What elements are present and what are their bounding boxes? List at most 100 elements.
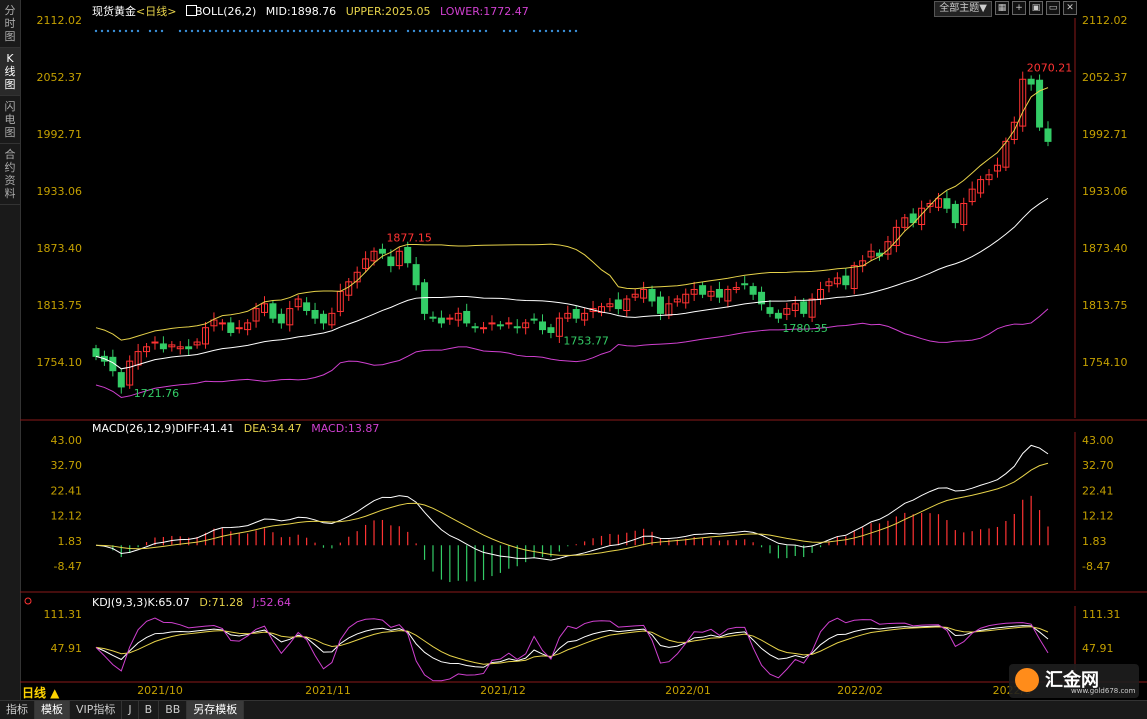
kdj-axis-left-1: 47.91 <box>51 642 83 655</box>
macd-axis-left-0: 43.00 <box>51 434 83 447</box>
add-icon[interactable]: + <box>1012 1 1026 15</box>
candle-body <box>218 322 226 325</box>
candle-body <box>1044 128 1052 142</box>
candle-body <box>378 248 386 254</box>
candle-body <box>311 309 319 319</box>
signal-dot <box>154 29 158 33</box>
bottom-tab-0[interactable]: 指标 <box>0 701 35 719</box>
signal-dot <box>406 29 410 33</box>
price-axis-right-4: 1873.40 <box>1082 242 1128 255</box>
signal-dot <box>466 29 470 33</box>
signal-dot <box>454 29 458 33</box>
bottom-tab-6[interactable]: 另存模板 <box>187 701 245 719</box>
signal-dot <box>376 29 380 33</box>
candle-body <box>412 264 420 286</box>
macd-axis-right-0: 43.00 <box>1082 434 1114 447</box>
candle-body <box>277 313 285 324</box>
boll-lower: LOWER:1772.47 <box>439 5 529 18</box>
theme-button[interactable]: 全部主题▼ <box>934 1 992 17</box>
candle-body <box>1027 78 1035 85</box>
candle-body <box>404 246 412 264</box>
grid-icon[interactable]: ▦ <box>995 1 1009 15</box>
bottom-tab-3[interactable]: J <box>122 701 139 719</box>
signal-dot <box>484 29 488 33</box>
candle-body <box>766 307 774 314</box>
signal-dot <box>124 29 128 33</box>
price-annotation-4: 2070.21 <box>1027 61 1073 74</box>
kdj-marker-icon <box>24 597 32 605</box>
bottom-tab-2[interactable]: VIP指标 <box>70 701 123 719</box>
logo: 汇金网 www.gold678.com <box>1009 664 1139 698</box>
price-axis-right-6: 1754.10 <box>1082 356 1128 369</box>
candle-body <box>800 301 808 314</box>
candle-body <box>92 348 100 357</box>
candle-body <box>387 256 395 267</box>
signal-dot <box>178 29 182 33</box>
signal-dot <box>370 29 374 33</box>
signal-dot <box>322 29 326 33</box>
candle-body <box>539 321 547 331</box>
signal-dot <box>184 29 188 33</box>
signal-dot <box>160 29 164 33</box>
main-chart: 2112.02 2112.02 2052.37 2052.37 1992.71 1992.… <box>20 14 1147 697</box>
signal-dot <box>568 29 572 33</box>
signal-dot <box>340 29 344 33</box>
signal-dot <box>478 29 482 33</box>
bottom-tab-5[interactable]: BB <box>159 701 188 719</box>
signal-dot <box>472 29 476 33</box>
signal-dot <box>532 29 536 33</box>
bottom-tab-4[interactable]: B <box>139 701 160 719</box>
signal-dot <box>112 29 116 33</box>
candle-body <box>951 203 959 224</box>
signal-dot <box>190 29 194 33</box>
price-axis-left-3: 1933.06 <box>37 185 83 198</box>
bottom-tab-1[interactable]: 模板 <box>35 701 70 719</box>
price-axis-left-1: 2052.37 <box>37 71 83 84</box>
signal-dot <box>328 29 332 33</box>
signal-dot <box>352 29 356 33</box>
minimize-icon[interactable]: ▭ <box>1046 1 1060 15</box>
kdj-name: KDJ(9,3,3) <box>92 596 148 609</box>
candle-body <box>303 302 311 311</box>
date-axis-label-1: 2021/11 <box>305 684 351 697</box>
signal-dot <box>292 29 296 33</box>
candle-body <box>480 327 488 330</box>
signal-dot <box>442 29 446 33</box>
signal-dot <box>274 29 278 33</box>
candle-body <box>151 341 159 344</box>
price-axis-left-2: 1992.71 <box>37 128 83 141</box>
date-axis-label-4: 2022/02 <box>837 684 883 697</box>
boll-upper: UPPER:2025.05 <box>345 5 431 18</box>
period-button[interactable]: 日线 ▲ <box>22 684 59 701</box>
macd-axis-right-1: 32.70 <box>1082 459 1114 472</box>
macd-diff: DIFF:41.41 <box>175 422 235 435</box>
macd-axis-left-1: 32.70 <box>51 459 83 472</box>
signal-dot <box>244 29 248 33</box>
price-axis-left-4: 1873.40 <box>37 242 83 255</box>
signal-dot <box>502 29 506 33</box>
signal-dot <box>562 29 566 33</box>
price-axis-right-3: 1933.06 <box>1082 185 1128 198</box>
kdj-axis-right-0: 111.31 <box>1082 608 1121 621</box>
candle-body <box>319 313 327 324</box>
signal-dot <box>358 29 362 33</box>
signal-dot <box>268 29 272 33</box>
date-axis-label-2: 2021/12 <box>480 684 526 697</box>
close-icon[interactable]: ✕ <box>1063 1 1077 15</box>
kdj-k: K:65.07 <box>147 596 190 609</box>
candle-body <box>842 275 850 286</box>
macd-axis-right-2: 22.41 <box>1082 484 1114 497</box>
macd-axis-right-4: 1.83 <box>1082 535 1107 548</box>
signal-dot <box>538 29 542 33</box>
signal-dot <box>214 29 218 33</box>
signal-dot <box>226 29 230 33</box>
restore-icon[interactable]: ▣ <box>1029 1 1043 15</box>
candle-body <box>227 322 235 333</box>
kdj-k-line <box>95 625 1049 668</box>
signal-dot <box>202 29 206 33</box>
candle-body <box>159 343 167 350</box>
price-axis-left-5: 1813.75 <box>37 299 83 312</box>
signal-dot <box>100 29 104 33</box>
signal-dot <box>574 29 578 33</box>
signal-dot <box>418 29 422 33</box>
